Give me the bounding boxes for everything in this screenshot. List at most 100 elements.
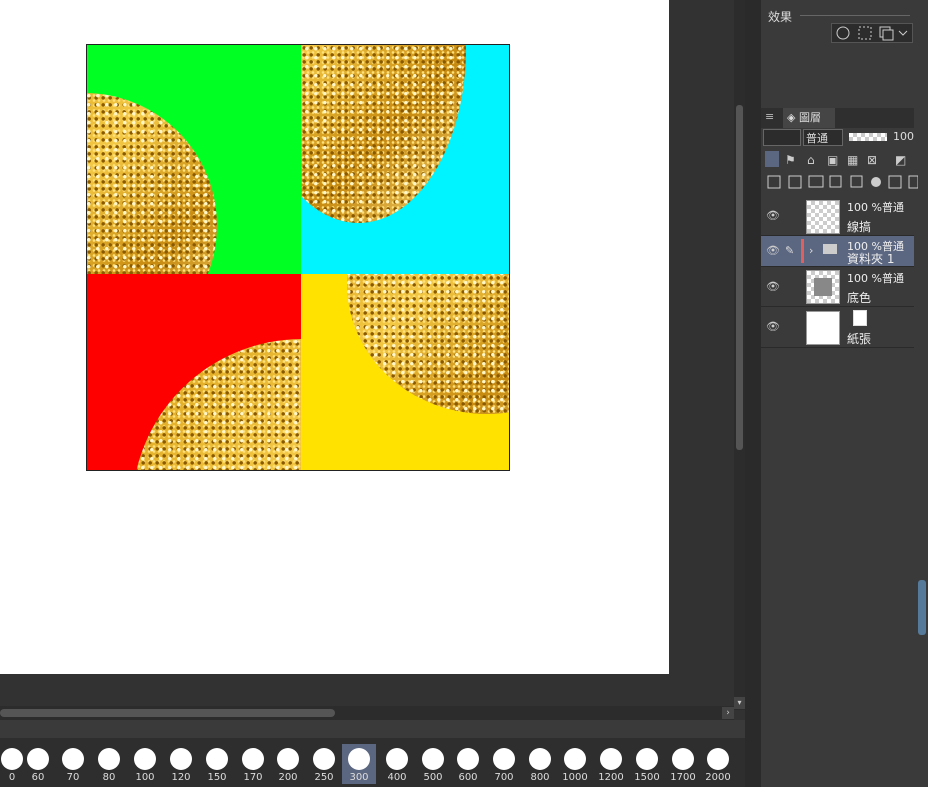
brush-size-item[interactable]: 70 <box>56 744 90 784</box>
layer-thumbnail <box>806 270 840 304</box>
brush-size-label: 70 <box>66 772 80 783</box>
brush-size-label: 120 <box>171 772 191 783</box>
eye-icon[interactable]: 👁 <box>766 280 780 293</box>
brush-size-label: 400 <box>387 772 407 783</box>
folder-icon <box>823 244 837 254</box>
layer-property-toolbar: ⚑ ⌂ ▣ ▦ ⊠ ◩ <box>763 150 913 168</box>
apply-mask-icon <box>888 175 902 189</box>
brush-dot-icon <box>457 748 479 770</box>
brush-size-item[interactable]: 80 <box>92 744 126 784</box>
effect-buttons[interactable] <box>831 23 913 43</box>
lock-icon: ▣ <box>827 153 838 167</box>
brush-size-item[interactable]: 600 <box>451 744 485 784</box>
brush-size-item[interactable]: 250 <box>307 744 341 784</box>
mask-add-icon <box>871 177 881 187</box>
brush-size-label: 60 <box>31 772 45 783</box>
scroll-down-icon[interactable]: ▾ <box>734 697 745 709</box>
horizontal-scroll-thumb[interactable] <box>0 709 335 717</box>
blend-mode-select[interactable]: 普通 <box>803 129 843 146</box>
glitter-shape <box>132 339 301 470</box>
brush-dot-icon <box>600 748 622 770</box>
layer-name: 線搞 <box>847 220 872 234</box>
layer-opacity-mode: 100 %普通 <box>847 201 904 214</box>
brush-size-item[interactable]: 500 <box>416 744 450 784</box>
transfer-icon <box>829 175 842 188</box>
brush-size-item[interactable]: 300 <box>342 744 376 784</box>
brush-size-label: 800 <box>530 772 550 783</box>
brush-size-item[interactable]: 1500 <box>630 744 664 784</box>
eye-icon[interactable]: 👁 <box>766 244 780 257</box>
layer-row[interactable]: 👁 100 %普通 線搞 <box>761 196 914 236</box>
brush-size-label: 1000 <box>562 772 588 783</box>
glitter-shape <box>347 274 509 414</box>
brush-size-label: 1500 <box>634 772 660 783</box>
chevron-down-icon <box>898 30 908 36</box>
brush-size-item[interactable]: 1000 <box>558 744 592 784</box>
brush-size-item[interactable]: 800 <box>523 744 557 784</box>
brush-dot-icon <box>277 748 299 770</box>
layer-thumbnail <box>806 200 840 234</box>
brush-dot-icon <box>422 748 444 770</box>
layer-color-select[interactable] <box>763 129 801 146</box>
brush-size-label: 150 <box>207 772 227 783</box>
vertical-scroll-thumb[interactable] <box>736 105 743 450</box>
layer-row[interactable]: 👁 紙張 <box>761 307 914 348</box>
brush-size-item[interactable]: 100 <box>128 744 162 784</box>
layer-row[interactable]: 👁 ✎ › 100 %普通 資料夾 1 <box>761 236 914 267</box>
artwork[interactable] <box>86 44 510 471</box>
opacity-value[interactable]: 100 <box>893 130 914 143</box>
brush-size-label: 200 <box>278 772 298 783</box>
layer-opacity-mode: 100 %普通 <box>847 272 904 285</box>
scroll-right-icon[interactable]: › <box>722 707 734 719</box>
brush-dot-icon <box>313 748 335 770</box>
draft-icon: ⌂ <box>807 153 815 167</box>
pencil-icon: ✎ <box>785 244 795 257</box>
new-raster-layer-icon <box>767 175 781 189</box>
brush-size-item[interactable]: 170 <box>236 744 270 784</box>
brush-dot-icon <box>564 748 586 770</box>
layer-row[interactable]: 👁 100 %普通 底色 <box>761 267 914 307</box>
layer-color-tag <box>801 239 804 263</box>
brush-size-item[interactable]: 200 <box>271 744 305 784</box>
brush-size-item[interactable]: 1200 <box>594 744 628 784</box>
tone-icon <box>858 26 872 40</box>
brush-dot-icon <box>386 748 408 770</box>
eye-icon[interactable]: 👁 <box>766 320 780 333</box>
merge-icon <box>850 175 863 188</box>
effect-label: 效果 <box>768 10 793 24</box>
delete-icon <box>908 175 919 189</box>
reference-icon: ⚑ <box>785 153 796 167</box>
tab-layer-label: 圖層 <box>798 111 821 124</box>
new-folder-icon <box>808 175 824 188</box>
layer-name: 紙張 <box>847 332 872 346</box>
cyan-quadrant <box>301 45 509 274</box>
brush-size-item[interactable]: 60 <box>21 744 55 784</box>
clip-icon <box>765 151 779 167</box>
chevron-right-icon[interactable]: › <box>809 244 813 257</box>
brush-size-item[interactable]: 120 <box>164 744 198 784</box>
menu-icon[interactable]: ≡ <box>765 110 774 123</box>
brush-size-label: 2000 <box>705 772 731 783</box>
brush-size-item[interactable]: 2000 <box>701 744 735 784</box>
tab-layer[interactable]: ◈ 圖層 <box>783 108 835 128</box>
brush-size-item[interactable]: 700 <box>487 744 521 784</box>
effect-icons <box>836 26 908 41</box>
eye-icon[interactable]: 👁 <box>766 209 780 222</box>
brush-size-item[interactable]: 1700 <box>666 744 700 784</box>
brush-size-label: 250 <box>314 772 334 783</box>
brush-dot-icon <box>1 748 23 770</box>
brush-dot-icon <box>134 748 156 770</box>
side-scroll-indicator[interactable] <box>918 580 926 635</box>
brush-dot-icon <box>707 748 729 770</box>
brush-dot-icon <box>242 748 264 770</box>
circle-icon <box>836 26 850 40</box>
brush-size-item[interactable]: 400 <box>380 744 414 784</box>
brush-size-item[interactable]: 150 <box>200 744 234 784</box>
brush-dot-icon <box>27 748 49 770</box>
green-quadrant <box>87 45 301 274</box>
brush-size-label: 700 <box>494 772 514 783</box>
palette-icon: ◩ <box>895 153 906 167</box>
brush-size-label: 1700 <box>670 772 696 783</box>
opacity-slider[interactable] <box>849 133 887 141</box>
brush-dot-icon <box>493 748 515 770</box>
